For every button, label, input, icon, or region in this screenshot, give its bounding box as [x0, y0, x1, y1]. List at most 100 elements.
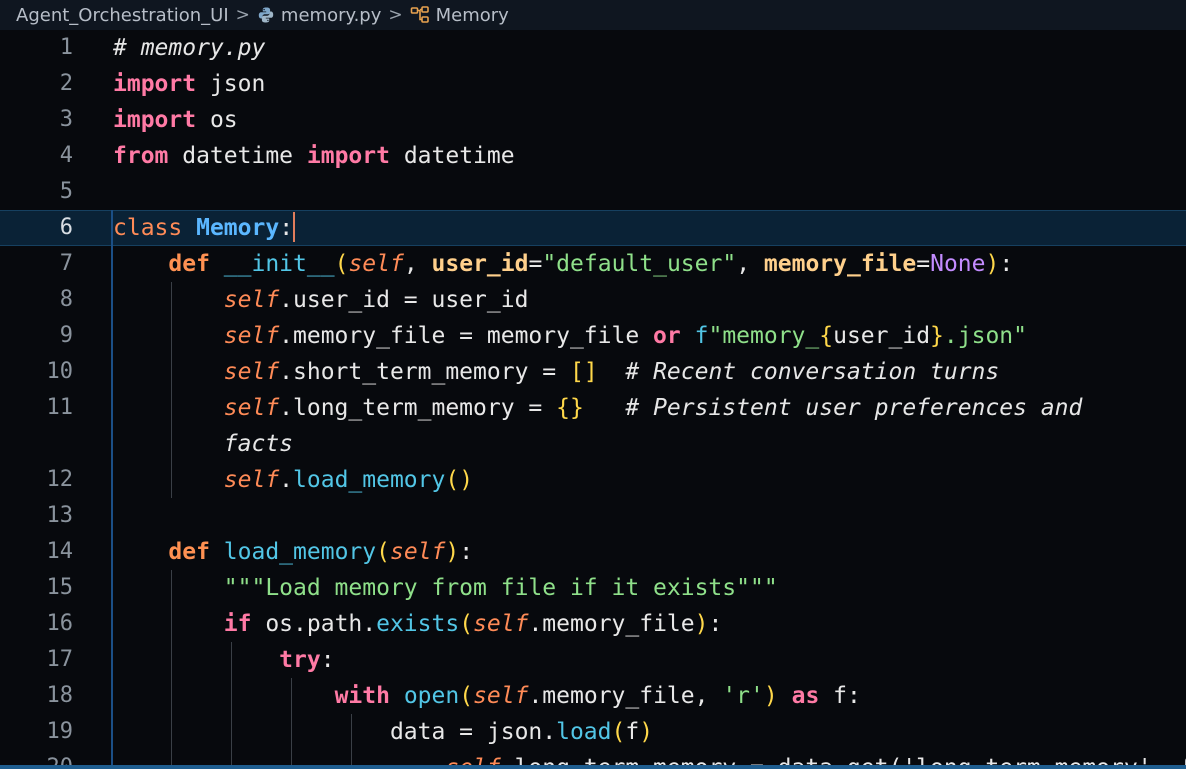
code-token: self [223, 467, 280, 493]
code-line[interactable]: 7 def __init__(self, user_id="default_us… [0, 246, 1186, 282]
code-line[interactable]: 4 from datetime import datetime [0, 138, 1186, 174]
code-token: __init__ [223, 251, 335, 277]
code-line[interactable]: 11 self.long_term_memory = {} # Persiste… [0, 390, 1186, 426]
line-number: 8 [59, 287, 73, 312]
indent-guide [171, 282, 172, 498]
code-text: def __init__(self, user_id="default_user… [113, 246, 1013, 282]
line-number: 16 [46, 611, 74, 636]
code-token: load_memory [293, 467, 446, 493]
line-number: 17 [46, 647, 74, 672]
code-token: } [930, 323, 944, 349]
code-line[interactable]: 9 self.memory_file = memory_file or f"me… [0, 318, 1186, 354]
code-token: ( [459, 683, 474, 709]
code-token: facts [223, 431, 294, 457]
code-token: ) [445, 539, 460, 565]
text-cursor [293, 211, 296, 242]
line-number: 7 [59, 251, 73, 276]
code-token: ( [334, 251, 349, 277]
code-token: os [196, 107, 238, 133]
code-token: exists [376, 611, 460, 637]
code-text: import os [113, 102, 238, 138]
code-token: self [473, 611, 529, 637]
code-token: "default_user" [542, 251, 737, 277]
line-number: 14 [46, 539, 74, 564]
code-text: with open(self.memory_file, 'r') as f: [113, 678, 861, 714]
breadcrumb-file[interactable]: memory.py [257, 5, 381, 26]
line-number: 10 [46, 359, 74, 384]
code-token: ( [611, 719, 626, 745]
editor-bottom-border [0, 765, 1186, 769]
code-line[interactable]: 8 self.user_id = user_id [0, 282, 1186, 318]
line-number: 4 [59, 143, 73, 168]
code-line[interactable]: 10 self.short_term_memory = [] # Recent … [0, 354, 1186, 390]
line-number: 9 [59, 323, 73, 348]
code-token: {} [556, 395, 584, 421]
code-token: """Load memory from file if it exists""" [223, 575, 778, 601]
code-line[interactable]: 19 data = json.load(f) [0, 714, 1186, 750]
code-text: self.short_term_memory = [] # Recent con… [113, 354, 999, 390]
code-line[interactable]: 18 with open(self.memory_file, 'r') as f… [0, 678, 1186, 714]
code-line[interactable]: 2 import json [0, 66, 1186, 102]
code-token: .memory_file, [528, 683, 723, 709]
code-text: try: [113, 642, 334, 678]
code-token: ) [985, 251, 1000, 277]
code-text: class Memory: [113, 210, 296, 246]
indent-guide [171, 570, 172, 769]
code-line[interactable]: 13 [0, 498, 1186, 534]
code-token: self [223, 287, 280, 313]
code-token: self [223, 395, 280, 421]
code-token: def [168, 539, 210, 565]
code-editor[interactable]: 20 self.long_term_memory = data.get('lon… [0, 30, 1186, 769]
code-line[interactable]: 14 def load_memory(self): [0, 534, 1186, 570]
code-token: from [113, 143, 169, 169]
code-token: .json" [943, 323, 1027, 349]
code-text: def load_memory(self): [113, 534, 473, 570]
code-token: "memory_ [708, 323, 820, 349]
code-token: .short_term_memory = [279, 359, 570, 385]
breadcrumb-symbol[interactable]: Memory [410, 5, 509, 26]
code-token: self [223, 359, 280, 385]
code-token: memory_file [763, 251, 917, 277]
code-token: Memory [196, 215, 280, 241]
code-text: """Load memory from file if it exists""" [113, 570, 778, 606]
code-line-wrap[interactable]: facts [0, 426, 1186, 462]
code-token: datetime [389, 143, 515, 169]
code-line[interactable]: 6 class Memory: [0, 210, 1186, 246]
code-line[interactable]: 1 # memory.py [0, 30, 1186, 66]
code-token: def [168, 251, 210, 277]
code-line[interactable]: 3 import os [0, 102, 1186, 138]
indent-guide [291, 678, 292, 769]
code-token: ) [639, 719, 654, 745]
code-token: os.path. [251, 611, 377, 637]
code-token: import [306, 143, 390, 169]
code-token: load_memory [223, 539, 377, 565]
code-token: .user_id = user_id [279, 287, 529, 313]
code-line[interactable]: 17 try: [0, 642, 1186, 678]
line-number: 15 [46, 575, 74, 600]
indent-guide [231, 642, 232, 769]
code-line[interactable]: 16 if os.path.exists(self.memory_file): [0, 606, 1186, 642]
code-token: { [819, 323, 834, 349]
breadcrumb-folder[interactable]: Agent_Orchestration_UI [16, 5, 229, 26]
line-number: 1 [59, 35, 73, 60]
code-token: # Persistent user preferences and [625, 395, 1083, 421]
code-token: , [736, 251, 764, 277]
code-line[interactable]: 5 [0, 174, 1186, 210]
code-line[interactable]: 15 """Load memory from file if it exists… [0, 570, 1186, 606]
code-token: or [653, 323, 681, 349]
code-line[interactable]: 12 self.load_memory() [0, 462, 1186, 498]
